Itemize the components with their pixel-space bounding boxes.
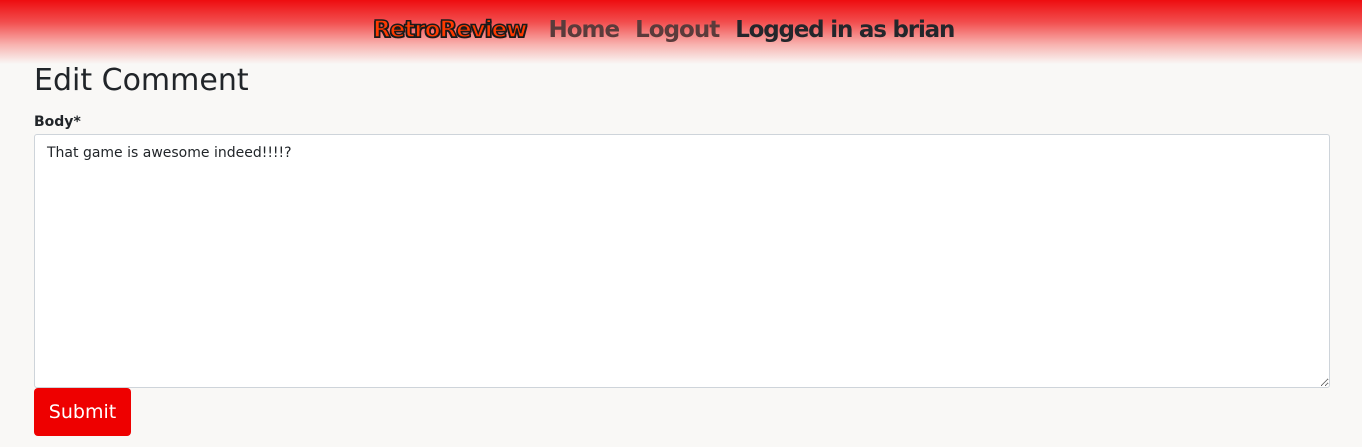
nav-links: RetroReview Home Logout Logged in as bri… <box>372 13 955 47</box>
brand-logo-link[interactable]: RetroReview <box>372 16 528 44</box>
submit-button[interactable]: Submit <box>34 388 131 436</box>
nav-link-logout[interactable]: Logout <box>635 17 720 43</box>
body-label: Body* <box>34 114 81 130</box>
body-textarea[interactable]: That game is awesome indeed!!!!? <box>34 134 1330 388</box>
required-marker: * <box>73 114 81 130</box>
body-label-text: Body <box>34 114 74 130</box>
logged-in-status: Logged in as brian <box>735 17 955 43</box>
page-title: Edit Comment <box>34 63 249 98</box>
top-navbar: RetroReview Home Logout Logged in as bri… <box>0 0 1362 64</box>
nav-link-home[interactable]: Home <box>548 17 620 43</box>
